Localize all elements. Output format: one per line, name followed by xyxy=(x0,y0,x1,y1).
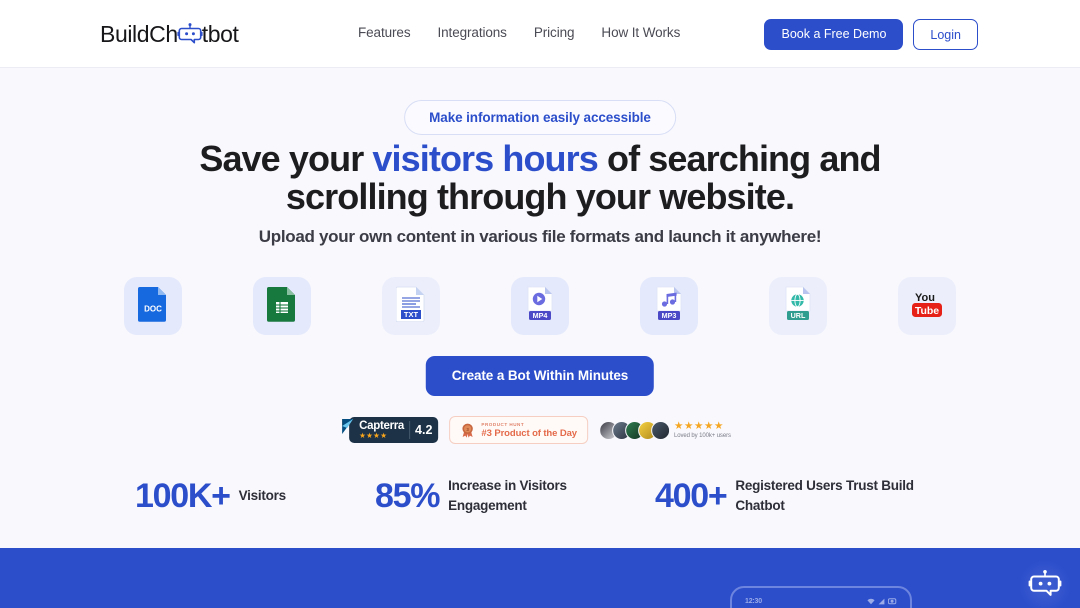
stat-label: Registered Users Trust Build Chatbot xyxy=(735,478,914,513)
stat-label: Visitors xyxy=(238,488,287,503)
product-hunt-rank: #3 Product of the Day xyxy=(481,427,577,439)
svg-text:MP4: MP4 xyxy=(533,310,548,319)
stat-number: 85% xyxy=(375,477,440,515)
stat-label: Increase in Visitors Engagement xyxy=(448,478,567,513)
format-item-mp4[interactable]: MP4 xyxy=(511,277,569,335)
create-bot-button[interactable]: Create a Bot Within Minutes xyxy=(425,356,655,396)
headline-part2: of searching and xyxy=(597,138,882,179)
phone-status-icons xyxy=(867,597,897,605)
doc-file-icon: DOC xyxy=(138,286,168,327)
phone-mockup: 12:30 xyxy=(730,586,912,608)
loved-stars: ★★★★★ xyxy=(673,419,725,432)
sheet-file-icon xyxy=(267,286,297,327)
mp3-file-icon: MP3 xyxy=(654,286,684,327)
svg-text:MP3: MP3 xyxy=(662,310,677,319)
book-demo-button[interactable]: Book a Free Demo xyxy=(764,19,904,50)
format-item-url[interactable]: URL xyxy=(769,277,827,335)
chat-robot-icon[interactable] xyxy=(1028,570,1062,600)
headline-accent: visitors hours xyxy=(372,138,598,179)
mp4-file-icon: MP4 xyxy=(525,286,555,327)
nav-item-integrations[interactable]: Integrations xyxy=(437,25,506,40)
review-badges: Capterra ★★★★ 4.2 3 PRODUCT HUNT #3 Prod… xyxy=(342,416,731,444)
product-hunt-badge[interactable]: 3 PRODUCT HUNT #3 Product of the Day xyxy=(449,416,588,444)
nav-item-features[interactable]: Features xyxy=(358,25,411,40)
svg-text:URL: URL xyxy=(791,310,806,319)
format-item-doc[interactable]: DOC xyxy=(124,277,182,335)
format-item-youtube[interactable]: You Tube xyxy=(898,277,956,335)
stat-registered-users: 400+ Registered Users Trust Build Chatbo… xyxy=(655,476,955,516)
divider xyxy=(409,421,411,439)
headline-line2: scrolling through your website. xyxy=(285,176,795,218)
stat-engagement: 85% Increase in Visitors Engagement xyxy=(375,476,655,516)
youtube-icon: You Tube xyxy=(910,289,944,324)
wifi-icon xyxy=(867,598,875,604)
medal-icon: 3 xyxy=(460,423,475,438)
landing-page: BuildCh tbot Features Integrations Prici… xyxy=(0,0,1080,608)
stat-number: 400+ xyxy=(655,477,728,515)
capterra-badge[interactable]: Capterra ★★★★ 4.2 xyxy=(342,417,439,443)
txt-file-icon: TXT xyxy=(395,286,426,327)
logo-text-after: tbot xyxy=(201,21,239,47)
svg-text:DOC: DOC xyxy=(144,304,162,313)
site-header: BuildCh tbot Features Integrations Prici… xyxy=(0,0,1080,68)
format-item-txt[interactable]: TXT xyxy=(382,277,440,335)
headline-part1: Save your xyxy=(199,138,373,179)
logo[interactable]: BuildCh tbot xyxy=(100,21,239,47)
page-title: Save your visitors hours of searching an… xyxy=(0,138,1080,218)
nav-item-how-it-works[interactable]: How It Works xyxy=(601,25,680,40)
phone-status-bar: 12:30 xyxy=(732,595,910,607)
phone-time: 12:30 xyxy=(745,597,762,605)
header-actions: Book a Free Demo Login xyxy=(764,19,978,50)
capterra-stars: ★★★★ xyxy=(359,430,388,440)
stat-visitors: 100K+ Visitors xyxy=(125,476,375,516)
svg-text:You: You xyxy=(915,292,935,304)
url-file-icon: URL xyxy=(783,286,813,327)
loved-caption: Loved by 100k+ users xyxy=(673,432,731,439)
loved-by-users-badge: ★★★★★ Loved by 100k+ users xyxy=(598,419,731,440)
svg-text:Tube: Tube xyxy=(915,305,939,317)
nav-item-pricing[interactable]: Pricing xyxy=(534,25,575,40)
hero-pill-badge: Make information easily accessible xyxy=(404,100,676,135)
capterra-name: Capterra xyxy=(359,419,405,432)
robot-icon xyxy=(177,23,203,45)
battery-icon xyxy=(888,597,897,604)
main-nav: Features Integrations Pricing How It Wor… xyxy=(358,25,680,40)
hero-section: Make information easily accessible Save … xyxy=(0,68,1080,548)
capterra-flag-icon xyxy=(341,419,354,434)
format-item-mp3[interactable]: MP3 xyxy=(640,277,698,335)
stat-number: 100K+ xyxy=(135,477,231,515)
signal-icon xyxy=(878,598,885,604)
login-button[interactable]: Login xyxy=(913,19,978,50)
bottom-blue-section: 12:30 xyxy=(0,548,1080,608)
logo-text-before: BuildCh xyxy=(100,21,178,47)
hero-subheadline: Upload your own content in various file … xyxy=(258,227,822,246)
format-item-sheet[interactable] xyxy=(253,277,311,335)
avatar-group xyxy=(598,420,670,440)
svg-text:TXT: TXT xyxy=(404,310,419,319)
file-format-list: DOC TXT MP4 MP3 URL You Tube xyxy=(124,277,956,335)
stats-row: 100K+ Visitors 85% Increase in Visitors … xyxy=(0,476,1080,516)
avatar xyxy=(650,420,670,440)
capterra-score: 4.2 xyxy=(415,423,433,437)
